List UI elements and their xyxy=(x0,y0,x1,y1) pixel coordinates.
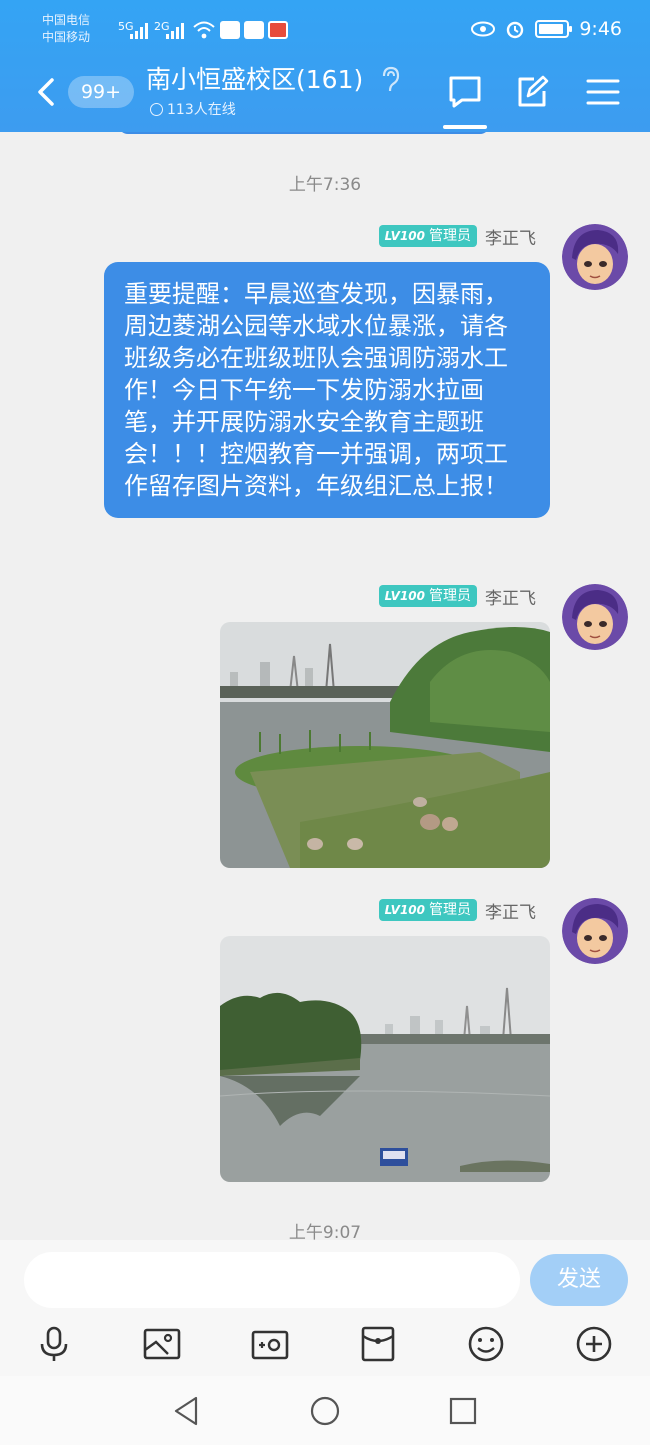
system-nav-bar xyxy=(0,1376,650,1445)
image-icon[interactable] xyxy=(142,1324,182,1364)
unread-count-badge[interactable]: 99+ xyxy=(68,76,134,108)
nav-home-icon[interactable] xyxy=(308,1394,342,1428)
sender-info: LV100 管理员 李正飞 xyxy=(378,584,536,609)
app-notification-icon xyxy=(220,21,240,39)
edit-icon[interactable] xyxy=(514,74,552,110)
send-button[interactable]: 发送 xyxy=(530,1254,628,1306)
avatar-image xyxy=(562,584,628,650)
level-badge: LV100 管理员 xyxy=(378,225,477,247)
role-label: 管理员 xyxy=(429,902,471,918)
nav-back-icon[interactable] xyxy=(170,1394,204,1428)
sender-info: LV100 管理员 李正飞 xyxy=(378,898,536,923)
carrier-1: 中国电信 xyxy=(42,13,91,27)
avatar[interactable] xyxy=(562,224,628,290)
avatar[interactable] xyxy=(562,898,628,964)
signal-icon xyxy=(130,23,148,39)
level-label: LV100 xyxy=(384,589,425,603)
camera-icon[interactable] xyxy=(250,1324,290,1364)
chat-bubble-icon[interactable] xyxy=(446,74,484,110)
signal-icon xyxy=(166,23,184,39)
chat-area[interactable]: 上午7:36 LV100 管理员 李正飞 重要提醒：早晨巡查发现，因暴雨，周边菱… xyxy=(0,132,650,1240)
app-notification-icon xyxy=(268,21,288,39)
timestamp: 上午9:07 xyxy=(288,1223,362,1240)
earpiece-mode-icon[interactable] xyxy=(380,66,402,94)
battery-icon xyxy=(535,20,573,38)
back-icon[interactable] xyxy=(32,74,62,110)
status-bar: 中国电信 中国移动 5G 2G 9:46 xyxy=(0,0,650,60)
sender-name[interactable]: 李正飞 xyxy=(485,898,536,923)
nav-recents-icon[interactable] xyxy=(446,1394,480,1428)
role-label: 管理员 xyxy=(429,228,471,244)
chat-header: 中国电信 中国移动 5G 2G 9:46 99+ 南小恒盛校区(161) 113… xyxy=(0,0,650,132)
lake-photo-2-image xyxy=(220,936,550,1182)
sender-name[interactable]: 李正飞 xyxy=(485,224,536,249)
emoji-icon[interactable] xyxy=(466,1324,506,1364)
input-bar: 发送 xyxy=(0,1240,650,1376)
wifi-icon xyxy=(193,21,215,39)
menu-icon[interactable] xyxy=(584,74,622,110)
level-badge: LV100 管理员 xyxy=(378,899,477,921)
alarm-icon xyxy=(507,21,524,39)
red-packet-icon[interactable] xyxy=(358,1324,398,1364)
online-count: 113人在线 xyxy=(150,99,236,119)
clock: 9:46 xyxy=(579,18,622,40)
avatar[interactable] xyxy=(562,584,628,650)
online-status-icon xyxy=(150,102,163,116)
carrier-info: 中国电信 中国移动 xyxy=(42,12,90,46)
lake-photo-1[interactable] xyxy=(220,622,550,868)
lake-photo-1-image xyxy=(220,622,550,868)
level-label: LV100 xyxy=(384,229,425,243)
eye-icon xyxy=(471,21,496,37)
plus-icon[interactable] xyxy=(574,1324,614,1364)
microphone-icon[interactable] xyxy=(34,1324,74,1364)
group-title: 南小恒盛校区(161) xyxy=(146,65,364,94)
previous-message-bubble[interactable] xyxy=(118,132,490,134)
avatar-image xyxy=(562,898,628,964)
sender-name[interactable]: 李正飞 xyxy=(485,584,536,609)
role-label: 管理员 xyxy=(429,588,471,604)
sender-info: LV100 管理员 李正飞 xyxy=(378,224,536,249)
message-bubble[interactable]: 重要提醒：早晨巡查发现，因暴雨，周边菱湖公园等水域水位暴涨，请各班级务必在班级班… xyxy=(104,262,550,518)
status-right: 9:46 xyxy=(471,18,622,40)
timestamp: 上午7:36 xyxy=(288,175,362,195)
online-count-label: 113人在线 xyxy=(167,102,236,118)
avatar-image xyxy=(562,224,628,290)
lake-photo-2[interactable] xyxy=(220,936,550,1182)
app-notification-icon xyxy=(244,21,264,39)
message-input[interactable] xyxy=(24,1252,520,1308)
tab-indicator xyxy=(443,125,487,129)
level-badge: LV100 管理员 xyxy=(378,585,477,607)
carrier-2: 中国移动 xyxy=(42,30,91,44)
level-label: LV100 xyxy=(384,903,425,917)
